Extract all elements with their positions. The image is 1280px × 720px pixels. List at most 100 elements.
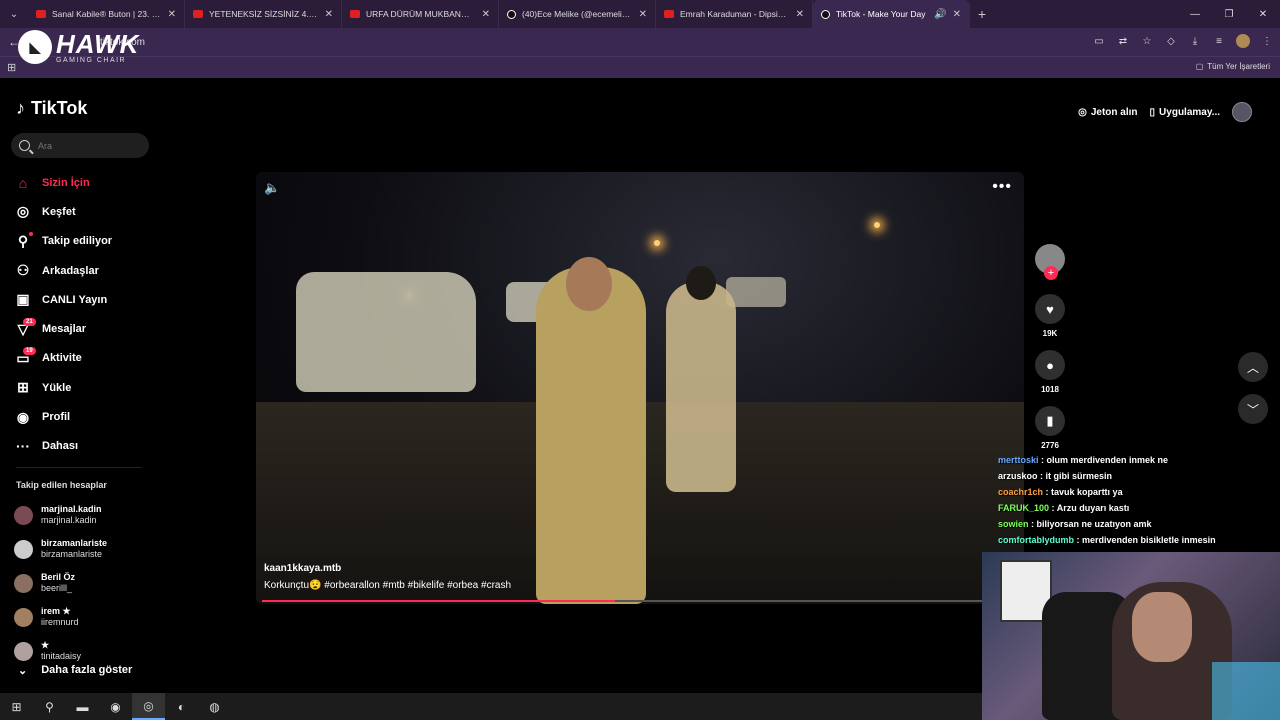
search-bar[interactable] bbox=[11, 133, 149, 158]
close-window-button[interactable]: ✕ bbox=[1246, 0, 1280, 28]
minimize-button[interactable]: — bbox=[1178, 0, 1212, 28]
new-tab-button[interactable]: + bbox=[970, 6, 994, 22]
following-account[interactable]: Beril Öz beerilll_ bbox=[14, 566, 107, 600]
video-actions: + ♥ 19K ● 1018 ▮ 2776 bbox=[1034, 244, 1066, 450]
following-account[interactable]: irem ★ iiremnurd bbox=[14, 600, 107, 634]
search-icon[interactable]: ⚲ bbox=[33, 693, 66, 720]
following-list: marjinal.kadin marjinal.kadin birzamanlar… bbox=[14, 498, 107, 668]
more-options-icon[interactable]: ••• bbox=[992, 178, 1012, 196]
avatar bbox=[14, 607, 33, 627]
phone-icon: ▯ bbox=[1149, 106, 1156, 118]
menu-icon[interactable]: ⋮ bbox=[1260, 34, 1274, 48]
browser-tab[interactable]: Emrah Karaduman - Dipsiz Kuyu✕ bbox=[656, 0, 813, 28]
browser-tab[interactable]: YETENEKSİZ SİZSİNİZ 4. BÖLÜM✕ bbox=[185, 0, 342, 28]
file-explorer-icon[interactable]: ▬ bbox=[66, 693, 99, 720]
following-icon: ⚲ bbox=[14, 231, 33, 250]
apps-grid-icon[interactable]: ⊞ bbox=[7, 61, 16, 74]
activity-icon: ▭ 19 bbox=[14, 346, 36, 367]
close-icon[interactable]: ✕ bbox=[639, 9, 647, 20]
user-avatar[interactable] bbox=[1232, 102, 1252, 122]
discord-icon[interactable]: ◐ bbox=[165, 693, 198, 720]
profile-avatar-icon[interactable] bbox=[1236, 34, 1250, 48]
home-icon: ⌂ bbox=[18, 174, 28, 191]
browser-tab[interactable]: URFA DÜRÜM MUKBANG İLİŞKİ✕ bbox=[342, 0, 499, 28]
video-player[interactable]: 🔈 ••• kaan1kkaya.mtb Korkunçtu😧 #orbeara… bbox=[256, 172, 1024, 604]
activity-badge: 19 bbox=[23, 346, 36, 355]
tab-search-button[interactable]: ⌄ bbox=[0, 0, 28, 28]
following-header: Takip edilen hesaplar bbox=[16, 480, 107, 490]
obs-icon[interactable]: ◍ bbox=[198, 693, 231, 720]
show-more-button[interactable]: ⌄ Daha fazla göster bbox=[18, 664, 132, 677]
windows-taskbar: ⊞ ⚲ ▬ ◉ ◎ ◐ ◍ bbox=[0, 693, 982, 720]
webcam-overlay bbox=[982, 552, 1280, 720]
chat-text: : Arzu duyarı kastı bbox=[1051, 503, 1130, 513]
author-avatar[interactable]: + bbox=[1035, 244, 1065, 280]
divider bbox=[16, 467, 142, 468]
chat-text: : it gibi sürmesin bbox=[1040, 471, 1113, 481]
search-icon bbox=[19, 140, 30, 151]
browser-tab[interactable]: Sanal Kabile® Buton | 23. Bölüm✕ bbox=[28, 0, 185, 28]
app-icon[interactable]: ◉ bbox=[99, 693, 132, 720]
close-icon[interactable]: ✕ bbox=[168, 9, 176, 20]
restore-button[interactable]: ❐ bbox=[1212, 0, 1246, 28]
video-progress-bar[interactable] bbox=[262, 600, 982, 602]
chevron-up-icon: ︿ bbox=[1246, 360, 1259, 375]
follow-plus-icon[interactable]: + bbox=[1044, 266, 1058, 280]
following-account[interactable]: birzamanlariste birzamanlariste bbox=[14, 532, 107, 566]
previous-video-button[interactable]: ︿ bbox=[1238, 352, 1268, 382]
messages-badge: 21 bbox=[23, 317, 36, 326]
chat-text: : biliyorsan ne uzatıyon amk bbox=[1031, 519, 1152, 529]
nav-item-upload[interactable]: ⊞ Yükle bbox=[14, 373, 154, 402]
get-coins-button[interactable]: ◎ Jeton alın bbox=[1078, 107, 1137, 118]
nav-item-live[interactable]: ▣ CANLI Yayın bbox=[14, 285, 154, 314]
like-count: 19K bbox=[1042, 329, 1058, 338]
chrome-icon[interactable]: ◎ bbox=[132, 693, 165, 720]
nav-item-explore[interactable]: ◎ Keşfet bbox=[14, 197, 154, 226]
messages-icon: ▽ 21 bbox=[14, 317, 36, 338]
extensions-icon[interactable]: ◇ bbox=[1164, 34, 1178, 48]
chat-message: comfortablydumb : merdivenden bisikletle… bbox=[998, 532, 1216, 548]
nav-item-profile[interactable]: ◉ Profil bbox=[14, 402, 154, 431]
bookmarks-bar: ⊞ ▢ Tüm Yer İşaretleri bbox=[0, 56, 1280, 78]
close-icon[interactable]: ✕ bbox=[953, 9, 961, 20]
nav-item-more[interactable]: ··· Dahası bbox=[14, 432, 154, 461]
speaker-icon[interactable]: 🔊 bbox=[934, 9, 946, 20]
youtube-icon bbox=[36, 10, 46, 18]
get-app-button[interactable]: ▯ Uygulamay... bbox=[1150, 107, 1220, 118]
nav-item-activity[interactable]: ▭ 19 Aktivite bbox=[14, 344, 154, 373]
browser-tab-active[interactable]: TikTok - Make Your Day 🔊 ✕ bbox=[813, 0, 970, 28]
close-icon[interactable]: ✕ bbox=[325, 9, 333, 20]
nav-item-friends[interactable]: ⚇ Arkadaşlar bbox=[14, 256, 154, 285]
avatar bbox=[14, 539, 33, 559]
following-account[interactable]: ★ tinitadaisy bbox=[14, 634, 107, 668]
coin-icon: ◎ bbox=[1078, 106, 1087, 118]
all-bookmarks[interactable]: ▢ Tüm Yer İşaretleri bbox=[1196, 62, 1270, 71]
chat-username: coachr1ch bbox=[998, 487, 1044, 497]
close-icon[interactable]: ✕ bbox=[796, 9, 804, 20]
following-account[interactable]: marjinal.kadin marjinal.kadin bbox=[14, 498, 107, 532]
comment-button[interactable]: ● bbox=[1035, 350, 1065, 380]
video-progress-fill bbox=[262, 600, 615, 602]
bookmark-icon: ▮ bbox=[1046, 413, 1054, 428]
close-icon[interactable]: ✕ bbox=[482, 9, 490, 20]
nav-item-following[interactable]: ⚲ Takip ediliyor bbox=[14, 227, 154, 256]
nav-item-messages[interactable]: ▽ 21 Mesajlar bbox=[14, 314, 154, 343]
media-icon[interactable]: ≡ bbox=[1212, 34, 1226, 48]
next-video-button[interactable]: ﹀ bbox=[1238, 394, 1268, 424]
windows-start-icon[interactable]: ⊞ bbox=[0, 693, 33, 720]
save-button[interactable]: ▮ bbox=[1035, 406, 1065, 436]
video-author[interactable]: kaan1kkaya.mtb bbox=[264, 563, 341, 574]
cast-icon[interactable]: ▭ bbox=[1092, 34, 1106, 48]
search-input[interactable] bbox=[38, 140, 138, 151]
translate-icon[interactable]: ⇄ bbox=[1116, 34, 1130, 48]
like-button[interactable]: ♥ bbox=[1035, 294, 1065, 324]
download-icon[interactable]: ⤓ bbox=[1188, 34, 1202, 48]
tiktok-logo[interactable]: ♪ TikTok bbox=[16, 98, 87, 119]
chat-username: arzuskoo bbox=[998, 471, 1038, 481]
volume-icon[interactable]: 🔈 bbox=[264, 180, 280, 196]
compass-icon: ◎ bbox=[16, 203, 30, 220]
star-icon[interactable]: ☆ bbox=[1140, 34, 1154, 48]
hawk-emblem-icon: ◣ bbox=[18, 30, 52, 64]
browser-tab[interactable]: (40)Ece Melike (@ecemelikec) | ✕ bbox=[499, 0, 656, 28]
nav-item-for-you[interactable]: ⌂ Sizin İçin bbox=[14, 168, 154, 197]
